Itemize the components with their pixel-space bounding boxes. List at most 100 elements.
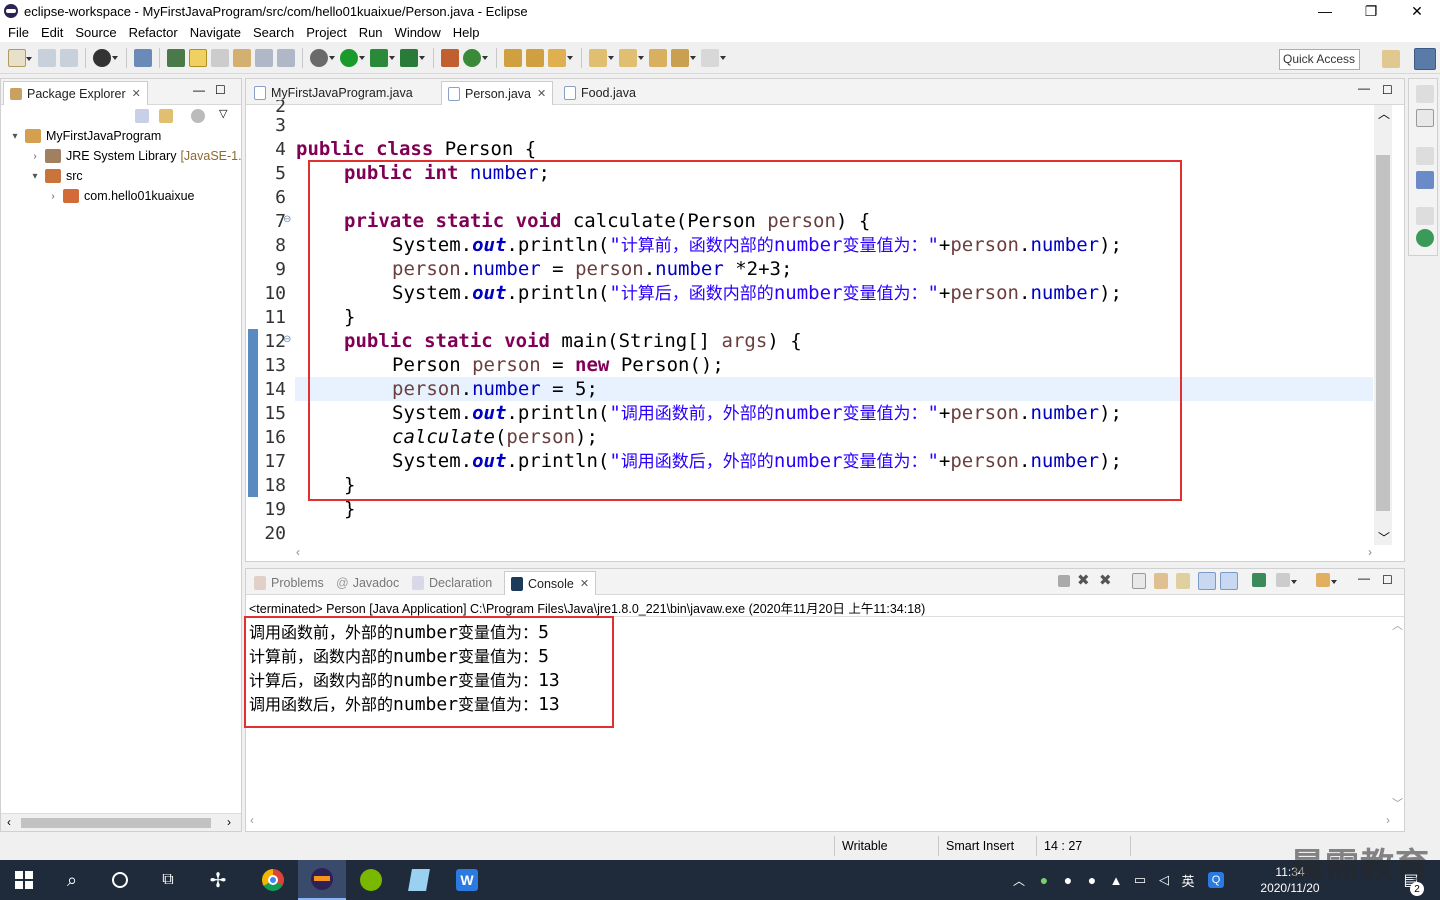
pin-console-icon[interactable] xyxy=(1252,573,1266,587)
outline-icon[interactable] xyxy=(1416,171,1434,189)
tab-package-explorer[interactable]: Package Explorer ✕ xyxy=(3,81,148,105)
next-annotation-icon[interactable] xyxy=(589,48,614,67)
fold-icon[interactable]: ⊖ xyxy=(283,334,291,345)
minimize-button[interactable]: — xyxy=(1302,0,1348,22)
chevron-right-icon[interactable]: › xyxy=(29,151,41,162)
save-icon[interactable] xyxy=(38,48,56,67)
scroll-up-icon[interactable]: ︿ xyxy=(1392,617,1403,633)
restore-icon[interactable] xyxy=(1416,85,1434,103)
clear-console-icon[interactable] xyxy=(1132,573,1146,589)
console-vertical-scrollbar[interactable]: ︿ ﹀ xyxy=(1392,617,1404,813)
maximize-icon[interactable]: ☐ xyxy=(1382,573,1393,587)
menu-file[interactable]: File xyxy=(2,25,35,40)
wechat-icon[interactable]: ● xyxy=(1034,860,1054,900)
windows-start-icon[interactable] xyxy=(0,860,48,900)
pinwheel-app-icon[interactable]: ✢ xyxy=(194,860,242,900)
show-whitespace-icon[interactable] xyxy=(255,48,273,67)
tab-javadoc[interactable]: @ Javadoc xyxy=(330,571,405,595)
display-console-icon[interactable] xyxy=(1276,573,1297,587)
quick-access-input[interactable]: Quick Access xyxy=(1279,49,1360,70)
debug-icon[interactable] xyxy=(310,48,335,67)
tree-item-project[interactable]: ▾ MyFirstJavaProgram xyxy=(9,126,161,146)
external-tools-icon[interactable] xyxy=(400,48,425,67)
chevron-down-icon[interactable]: ▾ xyxy=(29,171,41,182)
tree-item-src[interactable]: ▾ src xyxy=(29,166,83,186)
editor-horizontal-scrollbar[interactable]: ‹ › xyxy=(296,545,1372,561)
maximize-icon[interactable]: ☐ xyxy=(215,83,226,97)
green-app-icon[interactable] xyxy=(348,860,394,900)
save-all-icon[interactable] xyxy=(60,48,78,67)
coverage-icon[interactable] xyxy=(370,48,395,67)
remove-all-launches-icon[interactable]: ✖ xyxy=(1099,571,1112,589)
search-icon[interactable] xyxy=(548,48,573,67)
task-list-icon[interactable] xyxy=(1416,109,1434,127)
menu-run[interactable]: Run xyxy=(353,25,389,40)
console-horizontal-scrollbar[interactable]: ‹ › xyxy=(250,813,1390,829)
scroll-left-icon[interactable]: ‹ xyxy=(296,545,300,559)
close-icon[interactable]: ✕ xyxy=(132,87,141,100)
tree-item-package[interactable]: › com.hello01kuaixue xyxy=(47,186,195,206)
chrome-icon[interactable] xyxy=(250,860,296,900)
close-icon[interactable]: ✕ xyxy=(580,577,589,590)
scroll-right-icon[interactable]: › xyxy=(1386,813,1390,827)
new-icon[interactable] xyxy=(8,48,32,67)
new-package-icon[interactable] xyxy=(441,48,459,67)
menu-project[interactable]: Project xyxy=(300,25,352,40)
new-class-icon[interactable] xyxy=(463,48,488,67)
search-icon[interactable]: ⌕ xyxy=(48,860,96,900)
close-icon[interactable]: ✕ xyxy=(537,87,546,100)
tab-declaration[interactable]: Declaration xyxy=(406,571,498,595)
fold-icon[interactable]: ⊖ xyxy=(283,214,291,225)
restore-icon-2[interactable] xyxy=(1416,147,1434,165)
task-view-icon[interactable]: ⧉ xyxy=(144,860,192,900)
open-console-icon[interactable] xyxy=(1316,573,1337,587)
profile-icon[interactable] xyxy=(93,48,118,67)
scroll-left-icon[interactable]: ‹ xyxy=(7,815,11,829)
notepad-app-icon[interactable] xyxy=(396,860,442,900)
scroll-down-icon[interactable]: ﹀ xyxy=(1378,529,1390,546)
chevron-right-icon[interactable]: › xyxy=(47,191,59,202)
filters-icon[interactable] xyxy=(191,109,205,123)
skip-breakpoints-icon[interactable] xyxy=(134,48,152,67)
scroll-up-icon[interactable]: ︿ xyxy=(1378,105,1390,122)
minimize-icon[interactable]: — xyxy=(1358,571,1370,585)
scroll-lock-icon[interactable] xyxy=(1154,573,1168,589)
java-perspective-icon[interactable] xyxy=(1414,48,1436,70)
editor-vertical-scrollbar[interactable]: ︿ ﹀ xyxy=(1374,105,1392,545)
horizontal-scrollbar[interactable]: ‹ › xyxy=(1,813,241,831)
network-icon[interactable]: ▭ xyxy=(1130,860,1150,900)
close-button[interactable]: ✕ xyxy=(1394,0,1440,22)
remove-launch-icon[interactable]: ✖ xyxy=(1077,571,1090,589)
scroll-right-icon[interactable]: › xyxy=(227,815,231,829)
restore-icon-3[interactable] xyxy=(1416,207,1434,225)
volume-icon[interactable]: ◁ xyxy=(1154,860,1174,900)
mark-occurrences-icon[interactable] xyxy=(189,48,207,67)
tree-item-jre[interactable]: › JRE System Library [JavaSE-1. xyxy=(29,146,242,166)
menu-help[interactable]: Help xyxy=(447,25,486,40)
tab-problems[interactable]: Problems xyxy=(248,571,330,595)
tab-console[interactable]: Console ✕ xyxy=(504,571,597,595)
view-menu-icon[interactable]: ▽ xyxy=(219,107,227,120)
connections-icon[interactable] xyxy=(1416,229,1434,247)
last-edit-icon[interactable] xyxy=(649,48,667,67)
show-on-stdout-icon[interactable] xyxy=(1198,572,1216,590)
notification-bell-icon[interactable]: ▲ xyxy=(1106,860,1126,900)
minimize-icon[interactable]: — xyxy=(193,83,205,97)
new-java-project-icon[interactable] xyxy=(167,48,185,67)
qq-icon[interactable]: ● xyxy=(1058,860,1078,900)
forward-icon[interactable] xyxy=(701,48,726,67)
chevron-down-icon[interactable]: ▾ xyxy=(9,131,21,142)
word-wrap-icon[interactable] xyxy=(277,48,295,67)
block-selection-icon[interactable] xyxy=(211,48,229,67)
chevron-up-icon[interactable]: ︿ xyxy=(1010,860,1028,900)
menu-source[interactable]: Source xyxy=(69,25,122,40)
ime-indicator[interactable]: 英 xyxy=(1178,860,1198,900)
scroll-right-icon[interactable]: › xyxy=(1368,545,1372,559)
menu-edit[interactable]: Edit xyxy=(35,25,69,40)
maximize-icon[interactable]: ☐ xyxy=(1382,83,1393,97)
qq-input-icon[interactable]: Q xyxy=(1204,860,1228,900)
open-perspective-icon[interactable] xyxy=(1382,50,1400,68)
maximize-button[interactable]: ❐ xyxy=(1348,0,1394,22)
menu-navigate[interactable]: Navigate xyxy=(184,25,247,40)
word-wrap-icon[interactable] xyxy=(1176,573,1190,589)
